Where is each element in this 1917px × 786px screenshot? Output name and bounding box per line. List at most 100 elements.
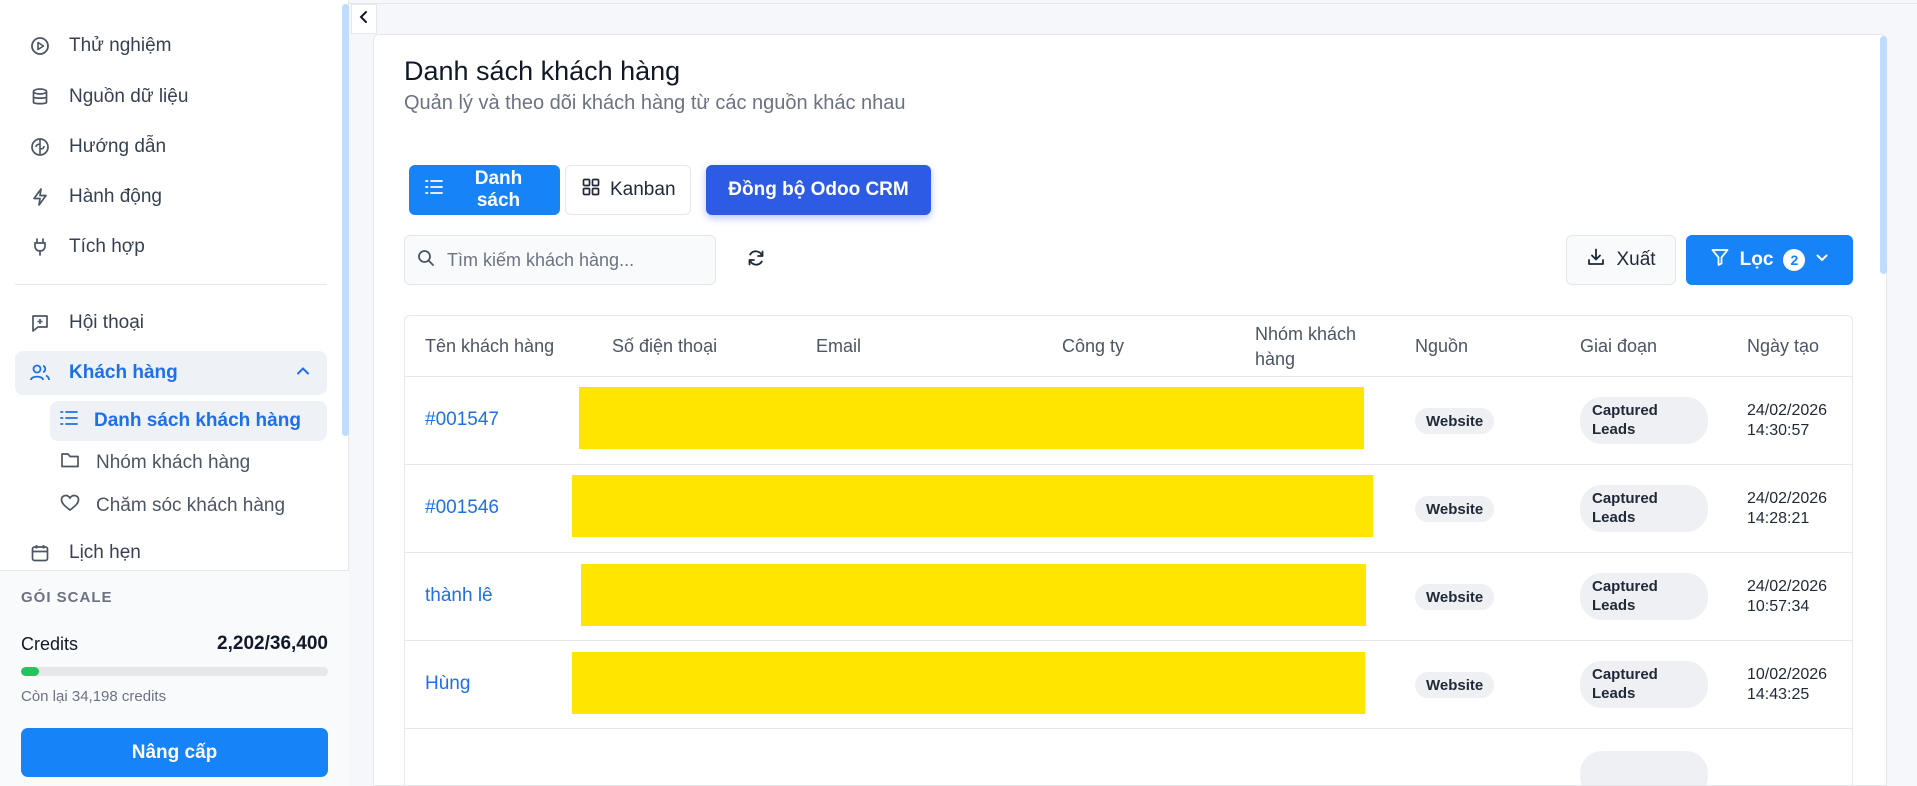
folder-icon: [60, 451, 80, 475]
customer-name-link[interactable]: #001547: [425, 409, 499, 431]
sidebar-item-label: Khách hàng: [69, 362, 178, 383]
customer-name-link[interactable]: Hùng: [425, 673, 470, 695]
column-header[interactable]: Tên khách hàng: [425, 334, 554, 359]
filter-button[interactable]: Lọc 2: [1686, 235, 1853, 285]
sidebar-subitem-label: Nhóm khách hàng: [96, 452, 251, 473]
plug-icon: [29, 236, 51, 258]
sidebar-item-integrations[interactable]: Tích hợp: [15, 225, 327, 269]
sidebar-item-appointments[interactable]: Lịch hẹn: [15, 531, 327, 575]
table-row[interactable]: thành lê Website Captured Leads 24/02/20…: [405, 553, 1852, 641]
refresh-button[interactable]: [742, 246, 770, 274]
sidebar-divider: [15, 284, 327, 285]
list-view-button[interactable]: Danh sách: [409, 165, 560, 215]
sidebar-item-conversations[interactable]: Hội thoại: [15, 301, 327, 345]
sidebar-subitem-customer-groups[interactable]: Nhóm khách hàng: [50, 443, 327, 483]
customer-name-link[interactable]: #001546: [425, 497, 499, 519]
redacted-area: [572, 475, 1373, 537]
refresh-icon: [746, 248, 766, 273]
sidebar-item-test[interactable]: Thử nghiệm: [15, 24, 327, 68]
customer-name-link[interactable]: thành lê: [425, 585, 493, 607]
sidebar-item-label: Hướng dẫn: [69, 136, 167, 157]
heart-icon: [60, 494, 80, 518]
created-date-day: 24/02/2026: [1747, 578, 1828, 595]
table-row-partial[interactable]: [405, 729, 1852, 785]
sidebar-item-guide[interactable]: Hướng dẫn: [15, 125, 327, 169]
export-label: Xuất: [1616, 249, 1656, 270]
credits-value: 2,202/36,400: [217, 633, 328, 654]
collapse-sidebar-button[interactable]: [351, 4, 377, 34]
column-header[interactable]: Công ty: [1062, 334, 1124, 359]
source-badge: Website: [1415, 408, 1495, 434]
column-header[interactable]: Giai đoạn: [1580, 334, 1657, 359]
column-header[interactable]: Số điện thoại: [612, 334, 717, 359]
created-date: 10/02/2026 14:43:25: [1747, 665, 1847, 705]
filter-count-badge: 2: [1783, 249, 1806, 271]
stage-badge: Captured Leads: [1580, 485, 1708, 532]
sidebar-item-label: Hội thoại: [69, 312, 144, 333]
kanban-view-button[interactable]: Kanban: [565, 165, 691, 215]
stage-badge: Captured Leads: [1580, 573, 1708, 620]
created-date-day: 24/02/2026: [1747, 402, 1828, 419]
sidebar-item-label: Tích hợp: [69, 236, 145, 257]
list-icon: [60, 410, 78, 432]
table-row[interactable]: #001547 Website Captured Leads 24/02/202…: [405, 377, 1852, 465]
sidebar-subitem-label: Chăm sóc khách hàng: [96, 495, 286, 516]
table-row[interactable]: #001546 Website Captured Leads 24/02/202…: [405, 465, 1852, 553]
created-date-time: 14:28:21: [1747, 510, 1810, 527]
chevron-up-icon: [295, 363, 311, 385]
message-plus-icon: [29, 312, 51, 334]
chevron-left-icon: [357, 10, 371, 29]
search-input[interactable]: [447, 249, 697, 271]
sidebar-item-actions[interactable]: Hành động: [15, 175, 327, 219]
column-header[interactable]: Nhóm khách hàng: [1255, 322, 1375, 372]
redacted-area: [572, 652, 1365, 714]
download-icon: [1586, 247, 1606, 273]
brain-icon: [29, 136, 51, 158]
source-badge: Website: [1415, 496, 1495, 522]
export-button[interactable]: Xuất: [1566, 235, 1676, 285]
main-scrollbar[interactable]: [1880, 36, 1887, 274]
created-date: 24/02/2026 14:30:57: [1747, 401, 1847, 441]
grid-icon: [582, 178, 600, 202]
sidebar-item-customers[interactable]: Khách hàng: [15, 351, 327, 395]
credits-progress-bar: [21, 667, 328, 676]
users-icon: [29, 362, 51, 384]
upgrade-button[interactable]: Nâng cấp: [21, 728, 328, 777]
sidebar-item-label: Hành động: [69, 186, 162, 207]
column-header[interactable]: Email: [816, 334, 861, 359]
redacted-area: [581, 564, 1366, 626]
sidebar-subitem-label: Danh sách khách hàng: [94, 410, 301, 431]
customer-table: Tên khách hàng Số điện thoại Email Công …: [404, 315, 1853, 786]
plan-label: GÓI SCALE: [21, 589, 113, 606]
sidebar-subitem-customer-care[interactable]: Chăm sóc khách hàng: [50, 486, 327, 526]
sync-odoo-crm-button[interactable]: Đồng bộ Odoo CRM: [706, 165, 931, 215]
stage-badge: Captured Leads: [1580, 397, 1708, 444]
column-header[interactable]: Nguồn: [1415, 334, 1468, 359]
sidebar-item-label: Nguồn dữ liệu: [69, 86, 189, 107]
search-icon: [417, 249, 435, 272]
stage-badge: Captured Leads: [1580, 661, 1708, 708]
sidebar: Thử nghiệm Nguồn dữ liệu Hướng dẫn Hành …: [0, 0, 349, 786]
sidebar-item-label: Thử nghiệm: [69, 35, 172, 56]
search-box: [404, 235, 716, 285]
created-date-time: 10:57:34: [1747, 598, 1810, 615]
column-header[interactable]: Ngày tạo: [1747, 334, 1819, 359]
sidebar-item-label: Lịch hẹn: [69, 542, 141, 563]
sidebar-subitem-customer-list[interactable]: Danh sách khách hàng: [50, 401, 327, 441]
filter-icon: [1710, 247, 1730, 273]
stage-badge-partial: [1580, 751, 1708, 785]
source-badge: Website: [1415, 584, 1495, 610]
lightning-icon: [29, 186, 51, 208]
created-date-time: 14:30:57: [1747, 422, 1810, 439]
top-border: [349, 3, 1917, 4]
credits-label: Credits: [21, 634, 79, 654]
calendar-icon: [29, 542, 51, 564]
sidebar-item-data-sources[interactable]: Nguồn dữ liệu: [15, 75, 327, 119]
credits-progress-fill: [21, 667, 40, 676]
page-title: Danh sách khách hàng: [404, 56, 681, 86]
table-row[interactable]: Hùng Website Captured Leads 10/02/2026 14…: [405, 641, 1852, 729]
sidebar-scrollbar[interactable]: [342, 4, 349, 436]
redacted-area: [579, 387, 1364, 449]
list-view-label: Danh sách: [474, 168, 523, 211]
created-date-day: 10/02/2026: [1747, 666, 1828, 683]
